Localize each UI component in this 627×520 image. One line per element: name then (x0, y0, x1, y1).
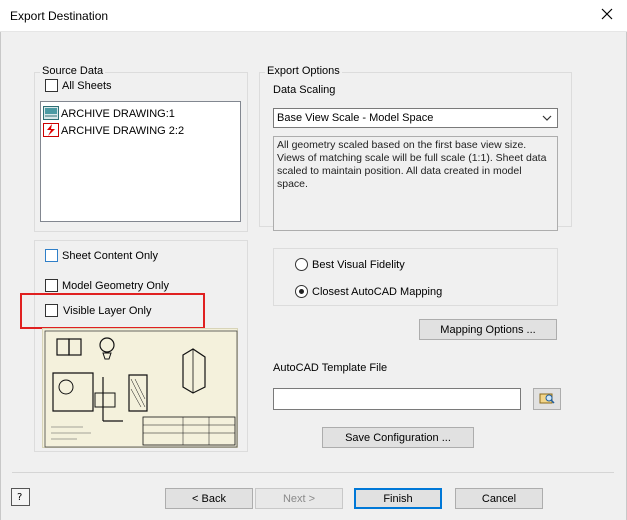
close-icon (601, 8, 613, 23)
sheet-content-only-checkbox-box[interactable] (45, 249, 58, 262)
best-visual-fidelity-label: Best Visual Fidelity (312, 258, 405, 271)
chevron-down-icon (542, 113, 552, 126)
list-item-label: ARCHIVE DRAWING 2:2 (61, 125, 185, 137)
sheet-content-only-checkbox[interactable]: Sheet Content Only (45, 249, 158, 262)
closest-autocad-mapping-label: Closest AutoCAD Mapping (312, 285, 443, 298)
close-button[interactable] (595, 4, 619, 26)
window-title: Export Destination (10, 9, 109, 23)
mapping-options-button[interactable]: Mapping Options ... (419, 319, 557, 340)
footer-separator (12, 472, 614, 473)
data-scaling-select[interactable]: Base View Scale - Model Space (273, 108, 558, 128)
title-bar: Export Destination (0, 0, 627, 32)
sheet-content-only-label: Sheet Content Only (62, 249, 159, 262)
list-item[interactable]: ARCHIVE DRAWING 2:2 (43, 122, 185, 140)
export-options-label: Export Options (265, 65, 342, 77)
closest-autocad-mapping-radio[interactable]: Closest AutoCAD Mapping (295, 285, 442, 298)
drawing-preview (42, 328, 238, 448)
all-sheets-checkbox-box[interactable] (45, 79, 58, 92)
data-scaling-description: All geometry scaled based on the first b… (273, 136, 558, 231)
list-item-label: ARCHIVE DRAWING:1 (61, 108, 175, 120)
next-button[interactable]: Next > (255, 488, 343, 509)
drawing-preview-graphic (44, 330, 238, 448)
finish-button[interactable]: Finish (354, 488, 442, 509)
source-sheets-list[interactable]: ARCHIVE DRAWING:1 ARCHIVE DRAWING 2:2 (40, 101, 241, 222)
model-geometry-only-label: Model Geometry Only (62, 279, 169, 292)
drawing-sheet-icon (43, 105, 59, 123)
all-sheets-label: All Sheets (62, 79, 112, 92)
template-file-input[interactable] (273, 388, 521, 410)
cancel-button[interactable]: Cancel (455, 488, 543, 509)
model-geometry-only-checkbox-box[interactable] (45, 279, 58, 292)
best-visual-fidelity-radio[interactable]: Best Visual Fidelity (295, 258, 405, 271)
data-scaling-value: Base View Scale - Model Space (277, 112, 434, 124)
drawing-sheet-error-icon (43, 122, 59, 140)
source-data-label: Source Data (40, 65, 106, 77)
browse-template-button[interactable] (533, 388, 561, 410)
model-geometry-only-checkbox[interactable]: Model Geometry Only (45, 279, 169, 292)
closest-autocad-mapping-radio-circle[interactable] (295, 285, 308, 298)
save-configuration-button[interactable]: Save Configuration ... (322, 427, 474, 448)
data-scaling-label: Data Scaling (273, 84, 336, 96)
browse-folder-icon (539, 391, 555, 408)
help-button[interactable]: ? (11, 488, 30, 506)
back-button[interactable]: < Back (165, 488, 253, 509)
help-icon: ? (14, 490, 27, 505)
all-sheets-checkbox[interactable]: All Sheets (45, 79, 112, 92)
best-visual-fidelity-radio-circle[interactable] (295, 258, 308, 271)
list-item[interactable]: ARCHIVE DRAWING:1 (43, 105, 175, 123)
template-file-label: AutoCAD Template File (273, 362, 388, 374)
svg-text:?: ? (17, 492, 22, 502)
highlight-annotation (20, 293, 205, 329)
